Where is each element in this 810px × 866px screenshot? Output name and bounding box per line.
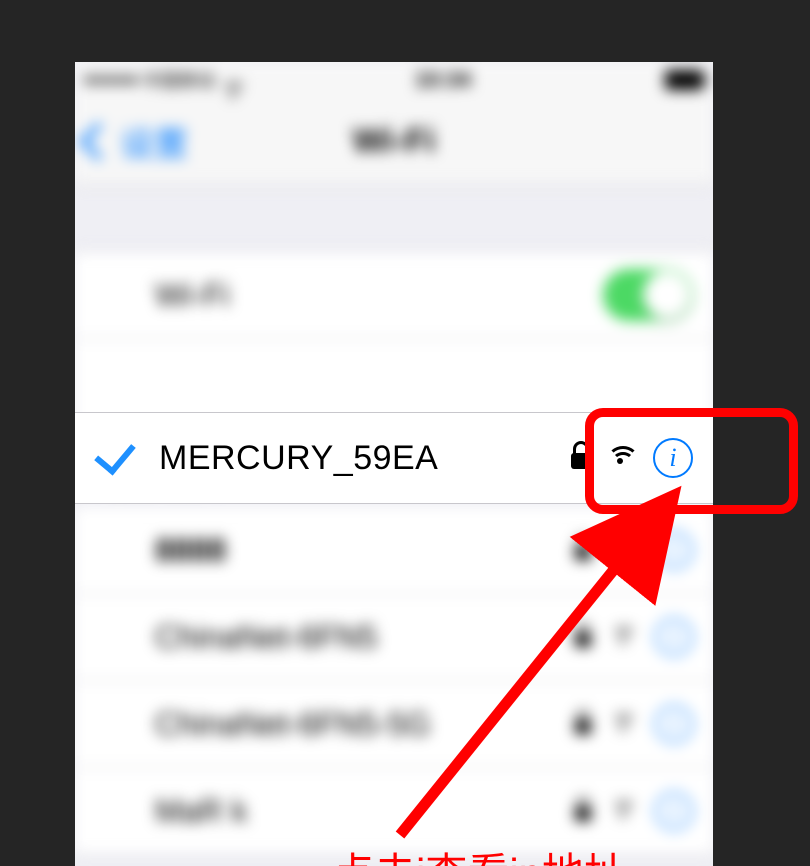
connected-ssid: MERCURY_59EA (159, 439, 571, 478)
page-title: Wi-Fi (75, 122, 713, 161)
battery-icon (665, 70, 703, 90)
lock-icon (575, 546, 591, 560)
wifi-signal-icon (611, 712, 635, 736)
wifi-toggle[interactable] (603, 269, 693, 321)
network-ssid: ChinaNet-6FN5 (155, 619, 575, 656)
checkmark-icon (94, 432, 136, 475)
network-row[interactable]: ChinaNet-6FN5 i (75, 594, 713, 681)
signal-dots-icon (85, 76, 137, 84)
network-ssid: MaR k (155, 793, 575, 830)
info-icon[interactable]: i (655, 705, 693, 743)
info-icon[interactable]: i (655, 531, 693, 569)
connected-network-row[interactable]: MERCURY_59EA i (75, 412, 713, 504)
clock-label: 10:34 (415, 67, 471, 93)
phone-screen: 中国移动 10:34 设置 Wi-Fi Wi-Fi (75, 62, 713, 866)
nav-header: 设置 Wi-Fi (75, 98, 713, 185)
network-row[interactable]: MaR k i (75, 768, 713, 855)
info-icon[interactable]: i (655, 618, 693, 656)
network-ssid: 8888 (155, 532, 575, 569)
lock-icon (571, 453, 589, 469)
carrier-label: 中国移动 (143, 67, 215, 93)
wifi-signal-icon (611, 538, 635, 562)
wifi-signal-icon (611, 799, 635, 823)
network-list: 8888 i ChinaNet-6FN5 i C (75, 507, 713, 855)
info-icon[interactable]: i (653, 438, 693, 478)
network-ssid: ChinaNet-6FN5-5G (155, 706, 575, 743)
status-bar: 中国移动 10:34 (75, 62, 713, 98)
toggle-knob (643, 271, 691, 319)
network-row[interactable]: ChinaNet-6FN5-5G i (75, 681, 713, 768)
wifi-toggle-label: Wi-Fi (155, 277, 603, 314)
network-row[interactable]: 8888 i (75, 507, 713, 594)
lock-icon (575, 720, 591, 734)
wifi-signal-icon (611, 625, 635, 649)
lock-icon (575, 807, 591, 821)
lock-icon (575, 633, 591, 647)
info-icon[interactable]: i (655, 792, 693, 830)
wifi-signal-icon (607, 444, 635, 472)
wifi-toggle-row: Wi-Fi (75, 251, 713, 338)
